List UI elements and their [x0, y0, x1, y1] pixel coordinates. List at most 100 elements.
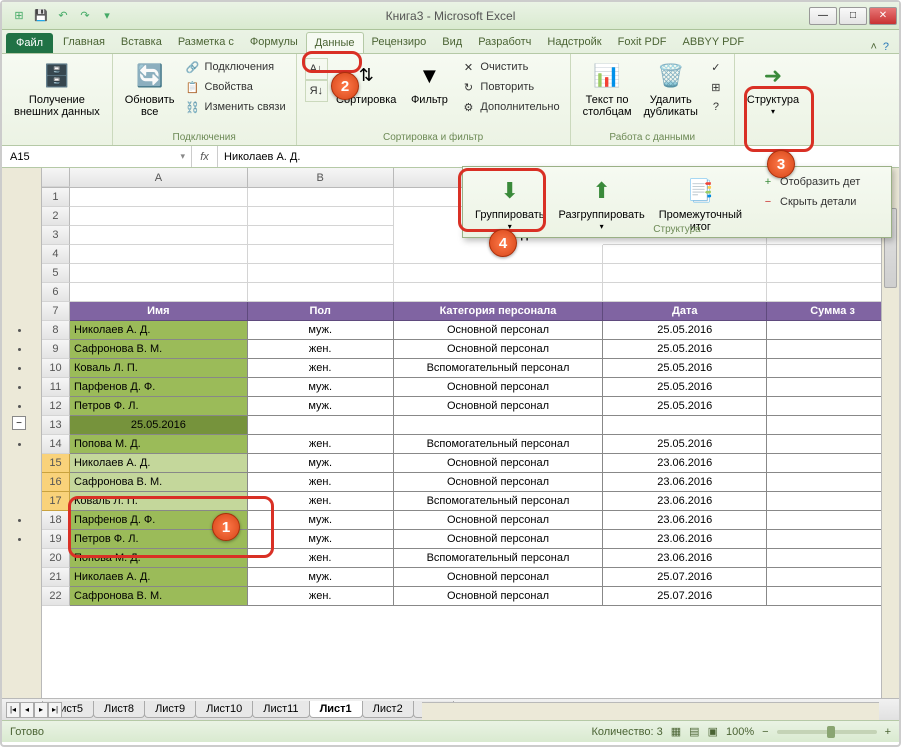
cell[interactable] — [248, 207, 394, 226]
ribbon-tab[interactable]: Вид — [434, 32, 470, 53]
cell[interactable]: 25.07.2016 — [603, 568, 767, 587]
outline-column[interactable]: − — [2, 168, 42, 698]
sheet-tab[interactable]: Лист8 — [93, 701, 145, 718]
cell[interactable] — [767, 473, 899, 492]
cell[interactable]: Вспомогательный персонал — [394, 359, 604, 378]
last-sheet-button[interactable]: ▸| — [48, 702, 62, 718]
cell[interactable] — [767, 245, 899, 264]
cell[interactable]: Николаев А. Д. — [70, 454, 248, 473]
row-header[interactable]: 15 — [42, 454, 70, 473]
column-header[interactable]: B — [248, 168, 394, 187]
row-header[interactable]: 7 — [42, 302, 70, 321]
cell[interactable]: Основной персонал — [394, 454, 604, 473]
cell[interactable]: жен. — [248, 549, 394, 568]
zoom-level[interactable]: 100% — [726, 726, 754, 738]
cell[interactable]: жен. — [248, 492, 394, 511]
ribbon-tab[interactable]: Вставка — [113, 32, 170, 53]
table-header-cell[interactable]: Имя — [70, 302, 248, 321]
cell[interactable] — [767, 264, 899, 283]
view-normal-icon[interactable]: ▦ — [671, 725, 681, 738]
table-header-cell[interactable]: Дата — [603, 302, 767, 321]
cell[interactable] — [767, 587, 899, 606]
cell[interactable] — [767, 568, 899, 587]
cell[interactable]: Вспомогательный персонал — [394, 435, 604, 454]
cell[interactable] — [767, 511, 899, 530]
cell[interactable]: муж. — [248, 530, 394, 549]
cell[interactable]: 25.05.2016 — [603, 378, 767, 397]
cell[interactable]: Парфенов Д. Ф. — [70, 378, 248, 397]
cell[interactable] — [767, 340, 899, 359]
cell[interactable]: Сафронова В. М. — [70, 473, 248, 492]
spreadsheet-grid[interactable]: A B C D E 12Таблица3за 2016 год4567ИмяПо… — [42, 168, 899, 698]
ribbon-tab[interactable]: Рецензиро — [364, 32, 435, 53]
cell[interactable]: 23.06.2016 — [603, 549, 767, 568]
connections-button[interactable]: 🔗Подключения — [183, 58, 288, 76]
cell[interactable]: муж. — [248, 321, 394, 340]
sheet-tab[interactable]: Лист10 — [195, 701, 253, 718]
horizontal-scrollbar[interactable] — [422, 702, 879, 720]
table-header-cell[interactable]: Пол — [248, 302, 394, 321]
cell[interactable]: Попова М. Д. — [70, 549, 248, 568]
row-header[interactable]: 12 — [42, 397, 70, 416]
cell[interactable]: Петров Ф. Л. — [70, 397, 248, 416]
ribbon-tab[interactable]: Главная — [55, 32, 113, 53]
cell[interactable] — [767, 454, 899, 473]
name-box[interactable]: A15 — [2, 146, 192, 167]
cell[interactable]: Коваль Л. П. — [70, 359, 248, 378]
cell[interactable] — [70, 207, 248, 226]
cell[interactable] — [603, 283, 767, 302]
row-header[interactable]: 1 — [42, 188, 70, 207]
filter-button[interactable]: ▼ Фильтр — [404, 58, 454, 108]
cell[interactable]: Основной персонал — [394, 511, 604, 530]
cell[interactable] — [70, 283, 248, 302]
row-header[interactable]: 4 — [42, 245, 70, 264]
view-layout-icon[interactable]: ▤ — [689, 725, 699, 738]
cell[interactable]: Основной персонал — [394, 321, 604, 340]
cell[interactable]: 23.06.2016 — [603, 511, 767, 530]
row-header[interactable]: 9 — [42, 340, 70, 359]
cell[interactable] — [70, 245, 248, 264]
cell[interactable]: жен. — [248, 340, 394, 359]
row-header[interactable]: 10 — [42, 359, 70, 378]
prev-sheet-button[interactable]: ◂ — [20, 702, 34, 718]
cell[interactable] — [394, 283, 604, 302]
cell[interactable]: 23.06.2016 — [603, 473, 767, 492]
cell[interactable]: Основной персонал — [394, 378, 604, 397]
cell[interactable] — [767, 530, 899, 549]
cell[interactable]: 25.05.2016 — [70, 416, 248, 435]
cell[interactable] — [767, 321, 899, 340]
cell[interactable] — [248, 283, 394, 302]
cell[interactable] — [394, 416, 604, 435]
cell[interactable]: 25.05.2016 — [603, 359, 767, 378]
cell[interactable] — [248, 245, 394, 264]
zoom-slider[interactable] — [777, 730, 877, 734]
cell[interactable]: жен. — [248, 359, 394, 378]
row-header[interactable]: 2 — [42, 207, 70, 226]
view-pagebreak-icon[interactable]: ▣ — [708, 725, 718, 738]
hide-detail-button[interactable]: −Скрыть детали — [758, 193, 862, 211]
ribbon-tab[interactable]: Формулы — [242, 32, 306, 53]
qat-more-icon[interactable]: ▾ — [98, 7, 116, 25]
select-all-corner[interactable] — [42, 168, 70, 187]
table-header-cell[interactable]: Сумма з — [767, 302, 899, 321]
cell[interactable]: 23.06.2016 — [603, 454, 767, 473]
cell[interactable] — [767, 378, 899, 397]
sheet-tab[interactable]: Лист2 — [362, 701, 414, 718]
row-header[interactable]: 21 — [42, 568, 70, 587]
row-header[interactable]: 22 — [42, 587, 70, 606]
consolidate-button[interactable]: ⊞ — [706, 78, 726, 96]
ribbon-tab[interactable]: Надстройк — [539, 32, 609, 53]
row-header[interactable]: 16 — [42, 473, 70, 492]
reapply-button[interactable]: ↻Повторить — [458, 78, 561, 96]
cell[interactable]: Вспомогательный персонал — [394, 492, 604, 511]
ribbon-tab[interactable]: Foxit PDF — [610, 32, 675, 53]
refresh-all-button[interactable]: 🔄 Обновить все — [121, 58, 179, 120]
vertical-scrollbar[interactable] — [881, 168, 899, 698]
minimize-ribbon-icon[interactable]: ˄ — [870, 41, 876, 53]
cell[interactable] — [767, 549, 899, 568]
ribbon-tab[interactable]: Разработч — [470, 32, 539, 53]
cell[interactable] — [394, 264, 604, 283]
cell[interactable] — [603, 245, 767, 264]
get-external-data-button[interactable]: 🗄️ Получение внешних данных — [10, 58, 104, 120]
row-header[interactable]: 8 — [42, 321, 70, 340]
